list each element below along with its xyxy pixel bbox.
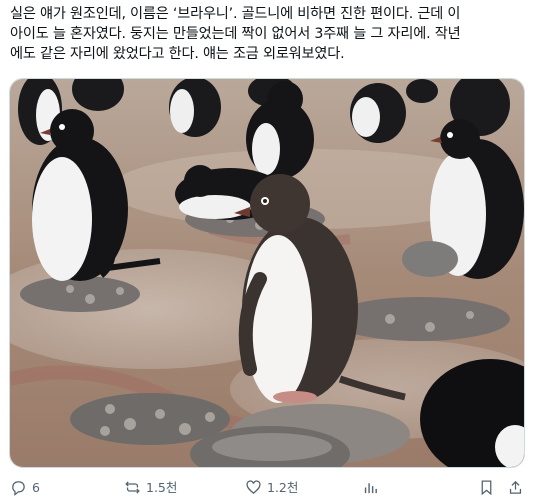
repost-icon — [125, 481, 140, 494]
tweet-text-line: 실은 얘가 원조인데, 이름은 ‘브라우니’. 골드니에 비하면 진한 편이다.… — [10, 6, 461, 22]
tweet-action-bar: 6 1.5천 1.2천 — [0, 474, 533, 499]
reply-button[interactable]: 6 — [10, 479, 40, 496]
repost-button[interactable]: 1.5천 — [124, 479, 177, 496]
like-button[interactable]: 1.2천 — [245, 479, 298, 496]
tweet-photo[interactable] — [9, 78, 525, 468]
like-count: 1.2천 — [267, 480, 299, 495]
like-icon — [246, 480, 261, 494]
repost-count: 1.5천 — [146, 480, 178, 495]
penguin-photo-illustration — [10, 79, 524, 467]
tweet-text-line: 에도 같은 자리에 왔었다고 한다. 얘는 조금 외로워보였다. — [10, 46, 345, 62]
views-button[interactable] — [362, 479, 384, 496]
tweet-text-line: 아이도 늘 혼자였다. 둥지는 만들었는데 짝이 없어서 3주째 늘 그 자리에… — [10, 26, 461, 42]
reply-icon — [12, 481, 25, 496]
reply-count: 6 — [32, 480, 40, 495]
share-icon — [509, 480, 522, 494]
bookmark-button[interactable] — [478, 479, 500, 496]
tweet-text: 실은 얘가 원조인데, 이름은 ‘브라우니’. 골드니에 비하면 진한 편이다.… — [10, 4, 525, 64]
share-button[interactable] — [507, 479, 529, 496]
bookmark-icon — [481, 480, 492, 496]
views-icon — [364, 483, 377, 494]
